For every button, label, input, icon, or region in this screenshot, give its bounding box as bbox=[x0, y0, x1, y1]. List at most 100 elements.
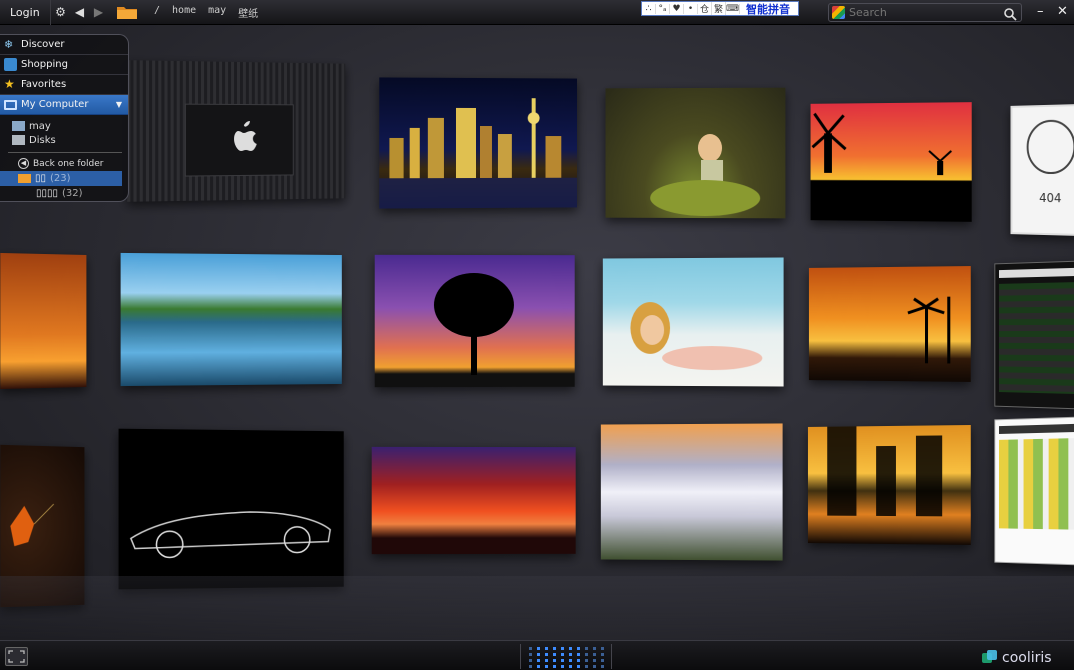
page-dot bbox=[593, 647, 596, 650]
sidebar-item-favorites[interactable]: ★ Favorites bbox=[0, 75, 128, 95]
page-dot bbox=[561, 665, 564, 668]
page-dot bbox=[577, 653, 580, 656]
back-arrow-icon: ◀ bbox=[18, 158, 29, 169]
page-dot bbox=[569, 653, 572, 656]
wallpaper-tile-mountain-lake[interactable] bbox=[121, 253, 342, 386]
page-dot bbox=[529, 665, 532, 668]
page-dot bbox=[553, 647, 556, 650]
cooliris-brand[interactable]: cooliris bbox=[981, 649, 1052, 666]
breadcrumb-root[interactable]: / bbox=[154, 5, 160, 20]
wallpaper-tile-windmill-sunset[interactable] bbox=[811, 102, 972, 222]
search-box bbox=[828, 3, 1022, 22]
page-dot bbox=[553, 653, 556, 656]
page-dot bbox=[585, 653, 588, 656]
disk-icon bbox=[12, 135, 25, 145]
ime-cell[interactable]: • bbox=[684, 4, 698, 14]
breadcrumb-may[interactable]: may bbox=[208, 5, 226, 20]
ime-cell[interactable]: ∴ bbox=[642, 4, 656, 14]
sidebar-item-discover[interactable]: ❄ Discover bbox=[0, 35, 128, 55]
minimize-icon[interactable]: – bbox=[1037, 4, 1044, 19]
page-dot bbox=[537, 647, 540, 650]
folder-icon[interactable] bbox=[116, 4, 138, 20]
sidebar-item-label: Shopping bbox=[21, 59, 68, 70]
back-arrow-icon[interactable]: ◀ bbox=[70, 0, 89, 25]
search-input[interactable] bbox=[849, 6, 999, 19]
home-folder-icon bbox=[12, 121, 25, 131]
page-dot bbox=[569, 659, 572, 662]
folder-item-selected[interactable]: ▯▯ (23) bbox=[0, 171, 122, 186]
wallpaper-tile-vim-cheatsheet-dark[interactable] bbox=[994, 261, 1074, 410]
page-dot bbox=[529, 659, 532, 662]
breadcrumb: / home may 壁纸 bbox=[154, 5, 258, 20]
folder-count: (23) bbox=[50, 173, 71, 184]
page-dot bbox=[569, 647, 572, 650]
folder-name: ▯▯▯▯ bbox=[36, 188, 58, 199]
page-dot bbox=[593, 653, 596, 656]
page-dot bbox=[585, 647, 588, 650]
ime-cell[interactable]: 仓 bbox=[698, 2, 712, 15]
page-dot bbox=[601, 659, 604, 662]
fullscreen-icon[interactable] bbox=[5, 647, 28, 666]
wallpaper-tile-tree-purple-sunset[interactable] bbox=[375, 255, 575, 387]
wallpaper-tile-red-sunset[interactable] bbox=[372, 447, 576, 554]
back-one-folder-button[interactable]: ◀ Back one folder bbox=[0, 156, 128, 171]
wallpaper-tile-wireframe-car[interactable] bbox=[119, 429, 344, 590]
login-button[interactable]: Login bbox=[10, 6, 50, 19]
gear-icon[interactable]: ⚙ bbox=[51, 0, 70, 25]
wallpaper-tile-night-city[interactable] bbox=[379, 77, 577, 208]
snowflake-icon: ❄ bbox=[4, 38, 17, 51]
media-wall: 404 bbox=[0, 24, 1074, 640]
sidebar-subitem-label: may bbox=[29, 121, 51, 132]
folder-icon bbox=[18, 174, 31, 183]
wallpaper-tile-golden-gate-fog[interactable] bbox=[601, 423, 783, 560]
page-dot bbox=[593, 665, 596, 668]
page-dot bbox=[601, 653, 604, 656]
page-dot bbox=[593, 659, 596, 662]
chevron-down-icon[interactable]: ▼ bbox=[116, 100, 122, 109]
wallpaper-tile-cypress-sunset[interactable] bbox=[808, 425, 971, 545]
page-dot bbox=[569, 665, 572, 668]
sidebar-subitem-disks[interactable]: Disks bbox=[0, 133, 128, 147]
back-folder-label: Back one folder bbox=[33, 159, 103, 169]
wallpaper-tile-girl-forest[interactable] bbox=[606, 88, 786, 219]
sidebar-subitem-may[interactable]: may bbox=[0, 119, 128, 133]
breadcrumb-home[interactable]: home bbox=[172, 5, 196, 20]
page-dot bbox=[561, 659, 564, 662]
wallpaper-tile-apple[interactable] bbox=[127, 60, 345, 202]
search-icon[interactable] bbox=[1003, 6, 1017, 20]
wallpaper-tile-palm-sunset[interactable] bbox=[809, 266, 971, 382]
page-dot bbox=[601, 665, 604, 668]
folder-item[interactable]: ▯▯▯▯ (32) bbox=[0, 186, 128, 201]
wallpaper-tile-vim-cheatsheet-light[interactable] bbox=[994, 417, 1074, 566]
sidebar-item-shopping[interactable]: Shopping bbox=[0, 55, 128, 75]
svg-text:404: 404 bbox=[1039, 191, 1061, 206]
page-dot bbox=[577, 647, 580, 650]
breadcrumb-wallpaper[interactable]: 壁纸 bbox=[238, 5, 258, 20]
sidebar-item-my-computer[interactable]: My Computer ▼ bbox=[0, 95, 128, 115]
folder-count: (32) bbox=[62, 188, 83, 199]
shopping-bag-icon bbox=[4, 58, 17, 71]
page-dot bbox=[585, 665, 588, 668]
page-indicator[interactable] bbox=[520, 644, 612, 669]
sidebar-item-label: Favorites bbox=[21, 79, 66, 90]
ime-cell[interactable]: °ₐ bbox=[656, 4, 670, 14]
apple-logo-icon bbox=[185, 104, 294, 177]
keyboard-icon[interactable]: ⌨ bbox=[726, 4, 740, 14]
page-dot bbox=[529, 647, 532, 650]
page-dot bbox=[537, 659, 540, 662]
wallpaper-tile-orange-sunset-left[interactable] bbox=[0, 253, 86, 389]
sidebar-divider bbox=[8, 152, 122, 153]
forward-arrow-icon[interactable]: ▶ bbox=[89, 0, 108, 25]
ime-cell[interactable]: 繁 bbox=[712, 2, 726, 15]
page-dot bbox=[561, 653, 564, 656]
ime-label[interactable]: 智能拼音 bbox=[746, 1, 790, 17]
ime-cell[interactable]: ♥ bbox=[670, 4, 684, 14]
wallpaper-tile-anime-404[interactable]: 404 bbox=[1011, 104, 1074, 236]
close-icon[interactable]: ✕ bbox=[1057, 4, 1068, 19]
page-dot bbox=[545, 659, 548, 662]
wallpaper-tile-girl-beach[interactable] bbox=[603, 257, 784, 386]
page-dot bbox=[601, 647, 604, 650]
page-dot bbox=[545, 647, 548, 650]
sidebar-item-label: My Computer bbox=[21, 99, 88, 110]
sidebar-item-label: Discover bbox=[21, 39, 65, 50]
